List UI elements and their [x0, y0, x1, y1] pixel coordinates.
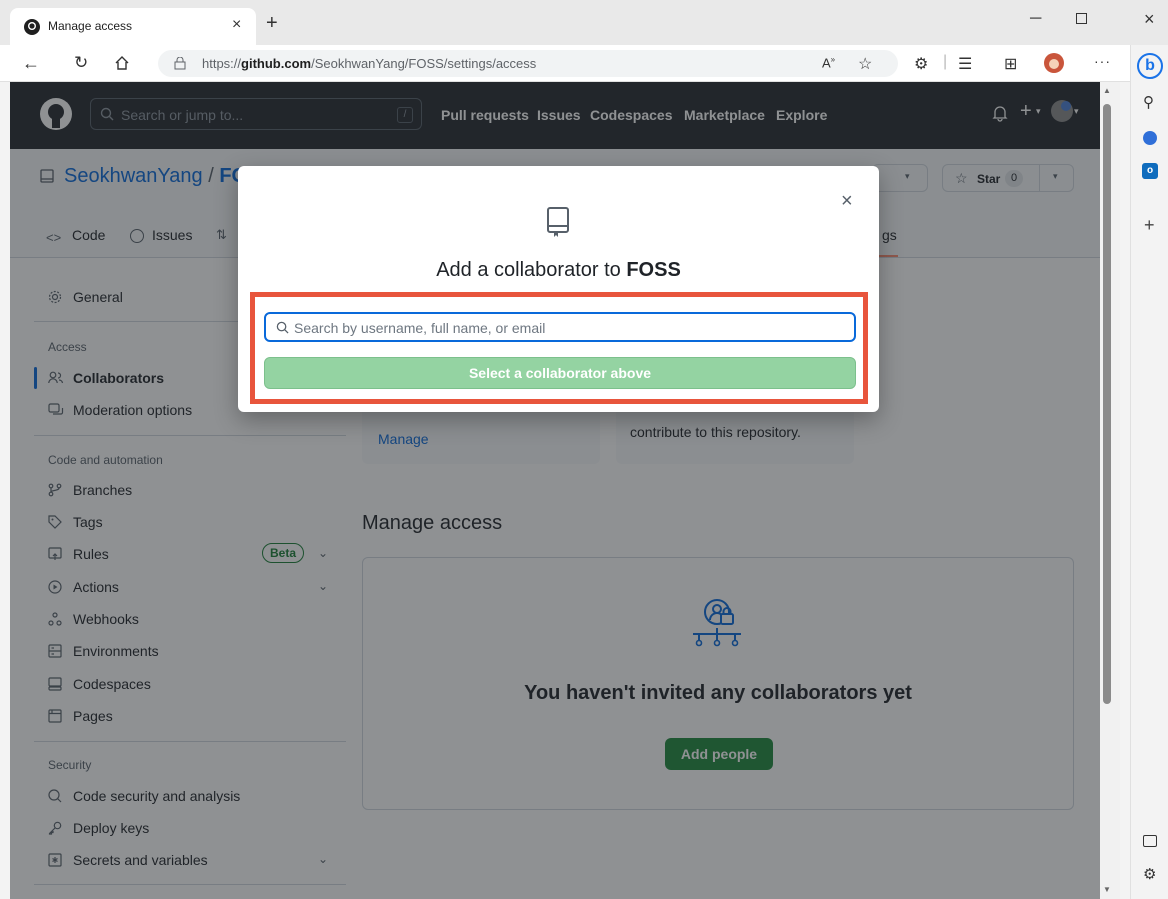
edge-sidebar: b ⚲ o + ⚙: [1130, 45, 1168, 899]
tab-close-icon[interactable]: ×: [232, 16, 241, 34]
outlook-icon[interactable]: o: [1142, 163, 1158, 179]
url-text: https://github.com/SeokhwanYang/FOSS/set…: [202, 56, 537, 71]
search-sidebar-icon[interactable]: ⚲: [1143, 93, 1154, 111]
add-sidebar-app-icon[interactable]: +: [1144, 215, 1155, 236]
scroll-down-arrow-icon[interactable]: ▼: [1103, 885, 1111, 894]
favorite-star-icon[interactable]: ☆: [858, 54, 872, 74]
minimize-icon[interactable]: ─: [1030, 10, 1041, 28]
collaborator-search-field[interactable]: [264, 312, 856, 342]
close-dialog-icon[interactable]: ×: [841, 190, 853, 213]
scroll-up-arrow-icon[interactable]: ▲: [1103, 86, 1111, 95]
sidebar-settings-gear-icon[interactable]: ⚙: [1143, 865, 1156, 883]
window-close-icon[interactable]: ×: [1144, 9, 1155, 30]
read-aloud-icon[interactable]: A»: [822, 55, 835, 70]
browser-tab-bar: Manage access × + ─ ×: [0, 0, 1168, 45]
new-tab-icon[interactable]: +: [266, 12, 278, 35]
home-icon[interactable]: [114, 55, 130, 71]
select-collaborator-button[interactable]: Select a collaborator above: [264, 357, 856, 389]
back-icon[interactable]: ←: [22, 53, 40, 74]
browser-toolbar: ← ↻ https://github.com/SeokhwanYang/FOSS…: [0, 45, 1130, 82]
webpage: Search or jump to... / Pull requests Iss…: [10, 82, 1110, 899]
collections-icon[interactable]: ⊞: [1004, 54, 1017, 74]
collaborator-search-input[interactable]: [294, 318, 834, 338]
more-menu-icon[interactable]: ···: [1094, 53, 1111, 69]
dialog-title: Add a collaborator to FOSS: [436, 259, 681, 281]
page-scrollbar[interactable]: ▲ ▼: [1100, 82, 1120, 899]
search-icon: [276, 321, 289, 334]
browser-tab-title: Manage access: [48, 19, 133, 33]
refresh-icon[interactable]: ↻: [74, 53, 88, 73]
github-favicon-icon: [24, 19, 40, 35]
scrollbar-thumb[interactable]: [1103, 104, 1111, 704]
address-bar[interactable]: https://github.com/SeokhwanYang/FOSS/set…: [158, 50, 898, 77]
extensions-icon[interactable]: ⚙: [914, 54, 928, 74]
bing-chat-icon[interactable]: b: [1137, 53, 1163, 79]
maximize-icon[interactable]: [1076, 13, 1087, 24]
browser-tab[interactable]: Manage access ×: [10, 8, 256, 45]
profile-avatar-icon[interactable]: [1043, 52, 1065, 74]
add-collaborator-dialog: × Add a collaborator to FOSS Select a co…: [238, 166, 879, 412]
repo-icon: [546, 206, 570, 238]
toolbar-divider: |: [943, 53, 948, 70]
favorites-icon[interactable]: ☰: [958, 54, 972, 74]
hide-sidebar-icon[interactable]: [1143, 835, 1157, 847]
site-info-icon[interactable]: [174, 57, 186, 70]
office-icon[interactable]: [1143, 131, 1157, 145]
